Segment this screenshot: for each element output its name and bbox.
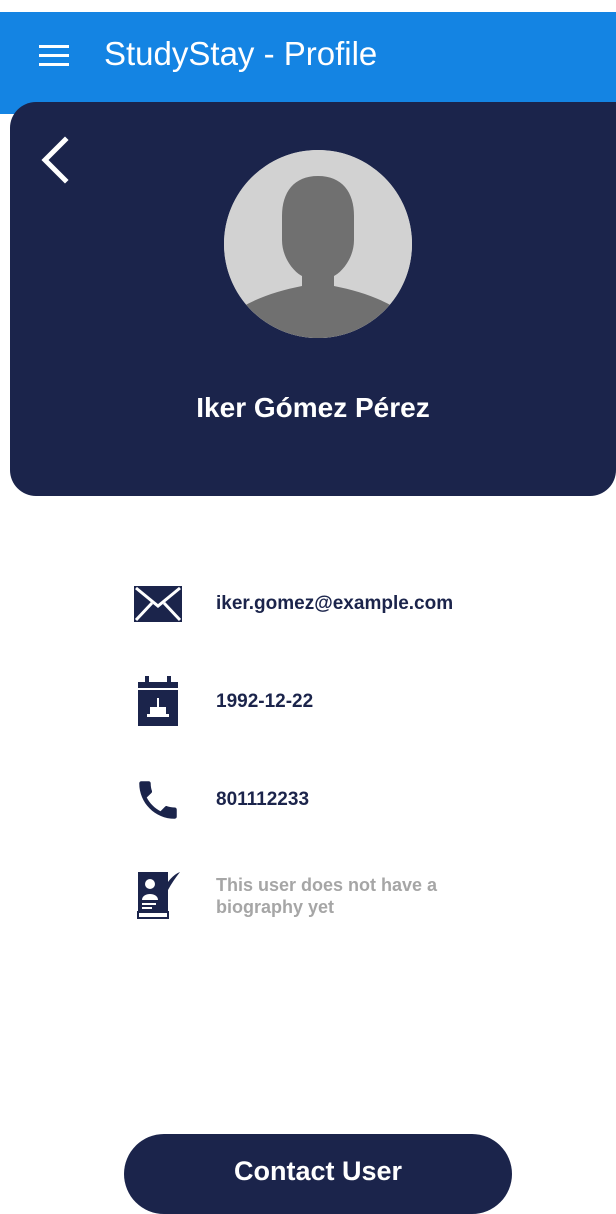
birthdate-row: 1992-12-22: [132, 676, 313, 728]
avatar: [224, 150, 412, 338]
hamburger-menu-icon: [39, 45, 69, 66]
default-avatar-silhouette-icon: [224, 150, 412, 338]
status-bar-strip: [0, 0, 616, 12]
phone-text: 801112233: [216, 789, 310, 810]
phone-row: 801112233: [132, 774, 309, 826]
phone-icon: [132, 774, 184, 826]
app-title: StudyStay - Profile: [104, 35, 378, 72]
email-row: iker.gomez@example.com: [132, 578, 453, 630]
birthdate-text: 1992-12-22: [216, 691, 314, 712]
menu-button[interactable]: [28, 36, 80, 76]
back-button[interactable]: [32, 132, 76, 188]
envelope-icon: [132, 578, 184, 630]
biography-row: This user does not have a biography yet: [132, 870, 506, 922]
chevron-left-icon: [41, 136, 69, 184]
app-bar: StudyStay - Profile: [0, 12, 616, 114]
birthday-calendar-icon: [132, 676, 184, 728]
contact-user-button[interactable]: Contact User: [124, 1134, 512, 1214]
email-text: iker.gomez@example.com: [216, 593, 454, 614]
biography-text: This user does not have a biography yet: [216, 875, 438, 917]
biography-book-icon: [132, 870, 184, 922]
profile-name: Iker Gómez Pérez: [196, 392, 430, 423]
profile-header-card: Iker Gómez Pérez: [10, 102, 616, 496]
